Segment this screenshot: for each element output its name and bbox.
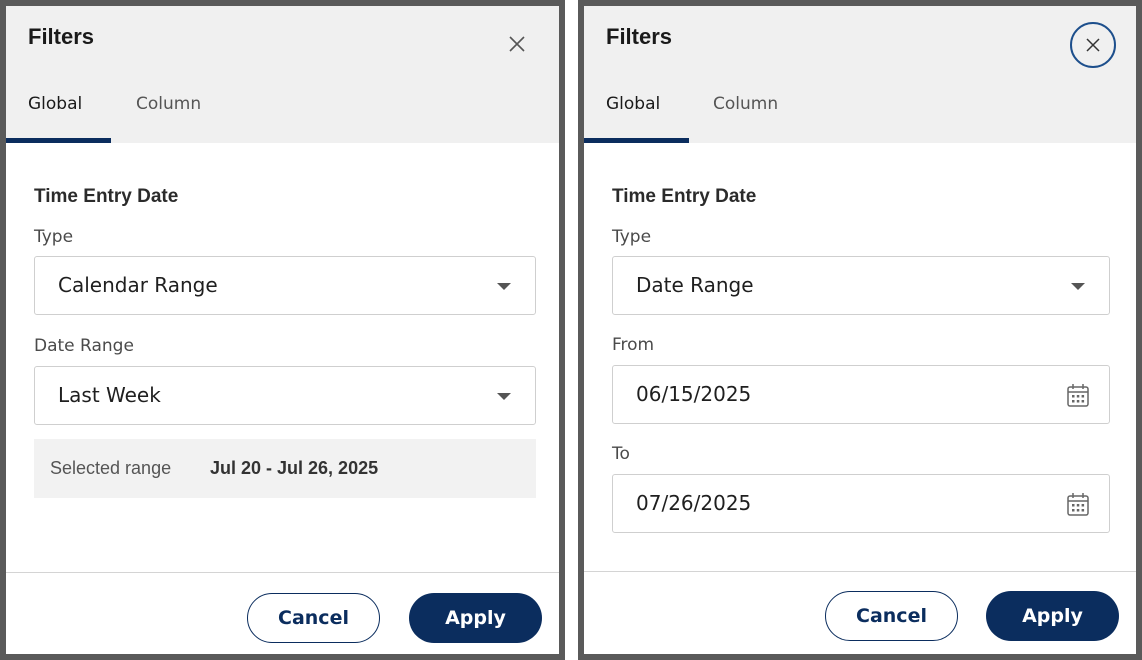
date-range-select[interactable]: Last Week (34, 366, 536, 425)
footer-divider (6, 572, 559, 573)
date-range-select-value: Last Week (58, 383, 161, 407)
selected-range-box: Selected range Jul 20 - Jul 26, 2025 (34, 439, 536, 498)
calendar-icon[interactable] (1067, 383, 1089, 407)
apply-button[interactable]: Apply (986, 591, 1119, 641)
close-icon[interactable] (499, 26, 535, 62)
active-tab-indicator (6, 138, 111, 143)
selected-range-value: Jul 20 - Jul 26, 2025 (210, 458, 379, 478)
close-circle-icon[interactable] (1070, 22, 1116, 68)
chevron-down-icon (1071, 283, 1085, 290)
to-date-value: 07/26/2025 (636, 491, 752, 515)
chevron-down-icon (497, 283, 511, 290)
selected-range-label: Selected range (50, 458, 172, 478)
panel-title: Filters (28, 24, 95, 49)
cancel-button[interactable]: Cancel (825, 591, 958, 641)
type-select[interactable]: Date Range (612, 256, 1110, 315)
panel-header: Filters Global Column (584, 6, 1136, 143)
filters-panel-calendar-range: Filters Global Column Time Entry Date Ty… (0, 0, 565, 660)
filters-panel-date-range: Filters Global Column Time Entry Date Ty… (578, 0, 1142, 660)
section-title: Time Entry Date (34, 186, 179, 207)
calendar-icon[interactable] (1067, 492, 1089, 516)
type-select[interactable]: Calendar Range (34, 256, 536, 315)
from-date-value: 06/15/2025 (636, 382, 752, 406)
type-label: Type (612, 227, 652, 247)
panel-header: Filters Global Column (6, 6, 559, 143)
date-range-label: Date Range (34, 336, 134, 356)
type-select-value: Calendar Range (58, 273, 218, 297)
chevron-down-icon (497, 393, 511, 400)
cancel-button[interactable]: Cancel (247, 593, 380, 643)
tab-global[interactable]: Global (606, 94, 660, 114)
from-date-field[interactable]: 06/15/2025 (612, 365, 1110, 424)
footer-divider (584, 571, 1136, 572)
section-title: Time Entry Date (612, 186, 757, 207)
tab-column[interactable]: Column (136, 94, 201, 114)
active-tab-indicator (584, 138, 689, 143)
to-date-field[interactable]: 07/26/2025 (612, 474, 1110, 533)
tab-global[interactable]: Global (28, 94, 82, 114)
type-select-value: Date Range (636, 273, 754, 297)
tab-column[interactable]: Column (713, 94, 778, 114)
to-label: To (612, 444, 630, 464)
from-label: From (612, 335, 655, 355)
panel-title: Filters (606, 24, 673, 49)
apply-button[interactable]: Apply (409, 593, 542, 643)
type-label: Type (34, 227, 74, 247)
